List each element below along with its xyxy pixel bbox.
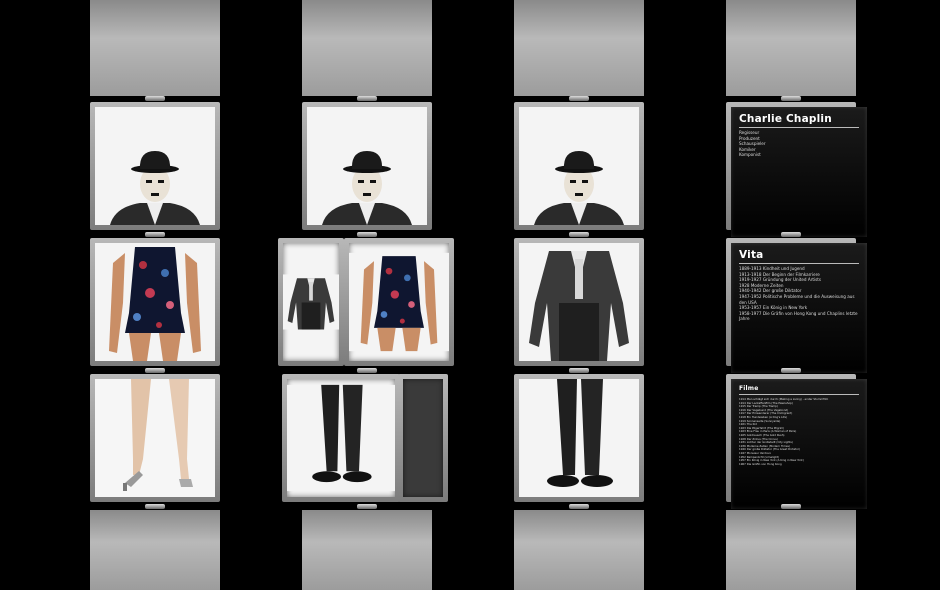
- chaplin-jacket-torso-icon: [519, 243, 639, 361]
- torso-tile[interactable]: [514, 238, 644, 366]
- profile-panel: Charlie Chaplin Regisseur Produzent Scha…: [731, 107, 867, 237]
- chaplin-portrait-icon: [95, 107, 215, 225]
- torso-tile[interactable]: [90, 238, 220, 366]
- legs-tile[interactable]: [514, 374, 644, 502]
- chaplin-portrait-icon: [307, 107, 427, 225]
- vita-list: 1889-1913 Kindheit und Jugend 1913-1918 …: [739, 267, 859, 323]
- connector: [145, 368, 165, 373]
- torso-tile-rotating-side[interactable]: [278, 238, 344, 366]
- head-tile[interactable]: [90, 102, 220, 230]
- connector: [357, 368, 377, 373]
- column-3: [514, 0, 644, 590]
- vita-entry: 1947-1952 Politische Probleme und die Au…: [739, 294, 855, 306]
- column-1: [90, 0, 220, 590]
- connector: [357, 504, 377, 509]
- connector: [781, 232, 801, 237]
- torso-tile-rotating-front[interactable]: [344, 238, 454, 366]
- connector: [781, 504, 801, 509]
- column-2: [278, 0, 454, 590]
- connector: [145, 232, 165, 237]
- connector: [145, 504, 165, 509]
- column-4: Charlie Chaplin Regisseur Produzent Scha…: [726, 0, 867, 590]
- floral-outfit-torso-icon: [349, 243, 449, 361]
- top-cap: [726, 0, 856, 96]
- films-list: 1914 Man schlägt sich durch (Making a Li…: [739, 397, 859, 466]
- connector: [145, 96, 165, 101]
- floral-outfit-torso-icon: [95, 243, 215, 361]
- connector: [357, 96, 377, 101]
- connector: [569, 232, 589, 237]
- films-tile[interactable]: Filme 1914 Man schlägt sich durch (Makin…: [726, 374, 867, 509]
- vita-tile[interactable]: Vita 1889-1913 Kindheit und Jugend 1913-…: [726, 238, 867, 373]
- films-panel: Filme 1914 Man schlägt sich durch (Makin…: [731, 379, 867, 509]
- profile-tile[interactable]: Charlie Chaplin Regisseur Produzent Scha…: [726, 102, 867, 237]
- films-title: Filme: [739, 385, 859, 395]
- chaplin-trouser-legs-icon: [519, 379, 639, 497]
- bottom-cap: [90, 510, 220, 590]
- connector: [781, 368, 801, 373]
- bottom-cap: [514, 510, 644, 590]
- head-tile[interactable]: [302, 102, 432, 230]
- head-tile[interactable]: [514, 102, 644, 230]
- vita-entry: 1958-1977 Die Gräfin von Hong Kong und C…: [739, 311, 858, 323]
- bare-legs-high-heels-icon: [95, 379, 215, 497]
- chaplin-trouser-legs-icon: [287, 379, 395, 497]
- bottom-cap: [726, 510, 856, 590]
- top-cap: [514, 0, 644, 96]
- connector: [781, 96, 801, 101]
- top-cap: [90, 0, 220, 96]
- connector: [569, 504, 589, 509]
- profile-name: Charlie Chaplin: [739, 113, 859, 128]
- legs-tile-rotating-front[interactable]: [282, 374, 400, 502]
- legs-tile-rotating-side[interactable]: [398, 374, 448, 502]
- connector: [569, 96, 589, 101]
- profile-roles: Regisseur Produzent Schauspieler Komiker…: [739, 131, 859, 159]
- film-entry: 1967 Die Gräfin von Hong Kong: [739, 461, 782, 466]
- vita-panel: Vita 1889-1913 Kindheit und Jugend 1913-…: [731, 243, 867, 373]
- top-cap: [302, 0, 432, 96]
- chaplin-portrait-icon: [519, 107, 639, 225]
- connector: [357, 232, 377, 237]
- chaplin-jacket-torso-icon: [283, 243, 339, 361]
- role-item: Komponist: [739, 153, 761, 159]
- bottom-cap: [302, 510, 432, 590]
- vita-title: Vita: [739, 249, 859, 264]
- legs-tile[interactable]: [90, 374, 220, 502]
- connector: [569, 368, 589, 373]
